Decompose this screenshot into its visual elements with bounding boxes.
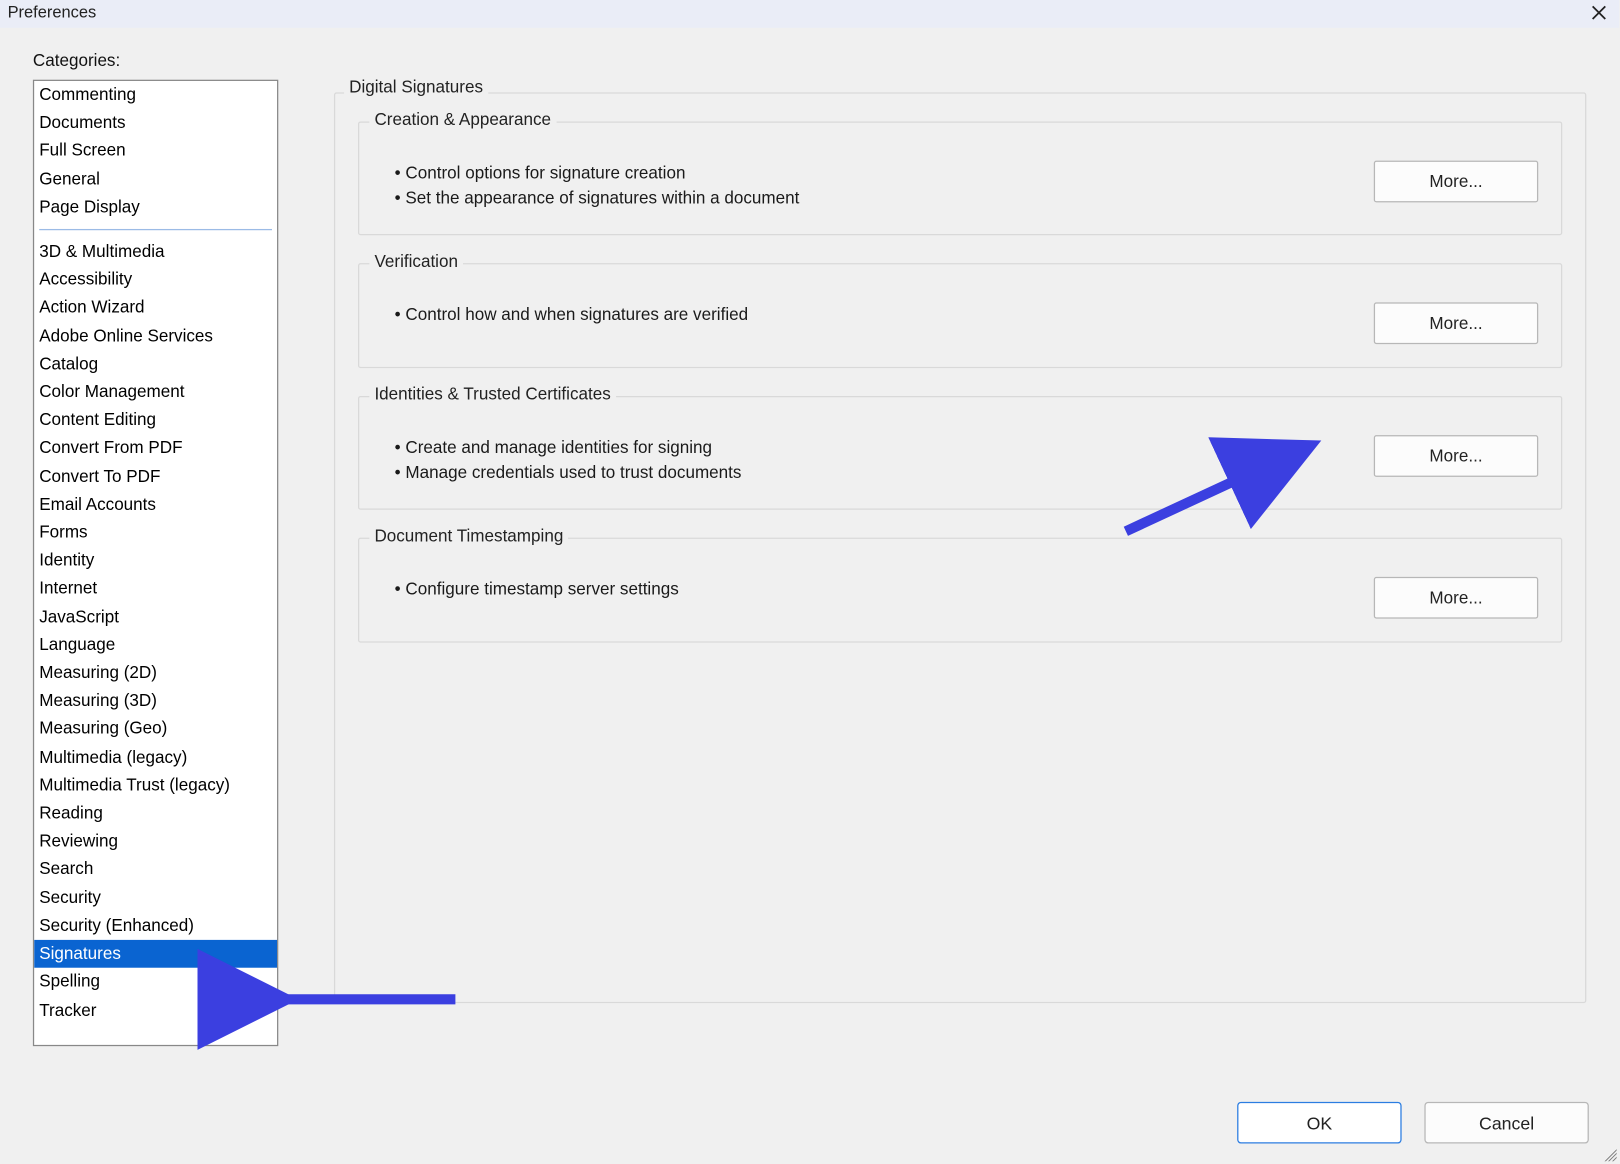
bullet: Control options for signature creation: [395, 161, 800, 186]
group-title: Document Timestamping: [369, 526, 568, 545]
sidebar-item-action-wizard[interactable]: Action Wizard: [34, 294, 277, 322]
group-verification: VerificationControl how and when signatu…: [358, 263, 1562, 368]
more-button[interactable]: More...: [1374, 435, 1538, 477]
group-identities-trusted-certificates: Identities & Trusted CertificatesCreate …: [358, 396, 1562, 510]
sidebar-item-convert-to-pdf[interactable]: Convert To PDF: [34, 463, 277, 491]
sidebar-item-javascript[interactable]: JavaScript: [34, 603, 277, 631]
sidebar-item-reading[interactable]: Reading: [34, 800, 277, 828]
bullet: Set the appearance of signatures within …: [395, 186, 800, 211]
sidebar-item-email-accounts[interactable]: Email Accounts: [34, 491, 277, 519]
titlebar: Preferences: [0, 0, 1619, 28]
sidebar-item-accessibility[interactable]: Accessibility: [34, 266, 277, 294]
sidebar-item-measuring-geo-[interactable]: Measuring (Geo): [34, 715, 277, 743]
digital-signatures-panel: Creation & Appearance Control options for…: [334, 92, 1586, 1003]
resize-grip[interactable]: [1601, 1146, 1616, 1161]
bullet: Create and manage identities for signing: [395, 435, 742, 460]
sidebar-item-commenting[interactable]: Commenting: [34, 81, 277, 109]
sidebar-item-forms[interactable]: Forms: [34, 519, 277, 547]
group-title: Creation & Appearance: [369, 110, 556, 129]
more-button[interactable]: More...: [1374, 577, 1538, 619]
sidebar-item-content-editing[interactable]: Content Editing: [34, 406, 277, 434]
sidebar-item-internet[interactable]: Internet: [34, 575, 277, 603]
ok-button[interactable]: OK: [1237, 1102, 1401, 1144]
sidebar-item-search[interactable]: Search: [34, 856, 277, 884]
bullet: Control how and when signatures are veri…: [395, 302, 748, 327]
sidebar-item-3d-multimedia[interactable]: 3D & Multimedia: [34, 238, 277, 266]
dialog-footer: OK Cancel: [1237, 1102, 1589, 1144]
sidebar-item-spelling[interactable]: Spelling: [34, 968, 277, 996]
cancel-button[interactable]: Cancel: [1424, 1102, 1588, 1144]
bullet: Configure timestamp server settings: [395, 577, 679, 602]
sidebar-item-security-enhanced-[interactable]: Security (Enhanced): [34, 912, 277, 940]
group-bullets: Control how and when signatures are veri…: [390, 302, 748, 327]
sidebar-item-convert-from-pdf[interactable]: Convert From PDF: [34, 434, 277, 462]
close-icon[interactable]: [1586, 3, 1611, 23]
sidebar-item-full-screen[interactable]: Full Screen: [34, 137, 277, 165]
group-title: Verification: [369, 252, 463, 271]
sidebar-item-page-display[interactable]: Page Display: [34, 193, 277, 221]
group-bullets: Control options for signature creationSe…: [390, 161, 800, 212]
sidebar-item-catalog[interactable]: Catalog: [34, 350, 277, 378]
sidebar-item-language[interactable]: Language: [34, 631, 277, 659]
sidebar-item-documents[interactable]: Documents: [34, 109, 277, 137]
sidebar-item-adobe-online-services[interactable]: Adobe Online Services: [34, 322, 277, 350]
sidebar-item-general[interactable]: General: [34, 165, 277, 193]
sidebar-item-identity[interactable]: Identity: [34, 547, 277, 575]
preferences-dialog: Preferences Categories: CommentingDocume…: [0, 0, 1619, 1164]
panel-title: Digital Signatures: [344, 77, 488, 96]
sidebar-item-tracker[interactable]: Tracker: [34, 996, 277, 1024]
group-creation-appearance: Creation & AppearanceControl options for…: [358, 121, 1562, 235]
sidebar-item-measuring-3d-[interactable]: Measuring (3D): [34, 687, 277, 715]
sidebar-item-multimedia-trust-legacy-[interactable]: Multimedia Trust (legacy): [34, 771, 277, 799]
categories-label: Categories:: [33, 51, 1586, 70]
more-button[interactable]: More...: [1374, 302, 1538, 344]
sidebar-item-reviewing[interactable]: Reviewing: [34, 828, 277, 856]
window-title: Preferences: [8, 3, 97, 22]
group-document-timestamping: Document TimestampingConfigure timestamp…: [358, 538, 1562, 643]
sidebar-item-signatures[interactable]: Signatures: [34, 940, 277, 968]
more-button[interactable]: More...: [1374, 161, 1538, 203]
category-separator: [39, 229, 272, 230]
bullet: Manage credentials used to trust documen…: [395, 460, 742, 485]
sidebar-item-multimedia-legacy-[interactable]: Multimedia (legacy): [34, 743, 277, 771]
sidebar-item-color-management[interactable]: Color Management: [34, 378, 277, 406]
sidebar-item-measuring-2d-[interactable]: Measuring (2D): [34, 659, 277, 687]
group-bullets: Create and manage identities for signing…: [390, 435, 742, 486]
group-title: Identities & Trusted Certificates: [369, 385, 615, 404]
group-bullets: Configure timestamp server settings: [390, 577, 679, 602]
sidebar-item-security[interactable]: Security: [34, 884, 277, 912]
categories-listbox[interactable]: CommentingDocumentsFull ScreenGeneralPag…: [33, 80, 278, 1046]
